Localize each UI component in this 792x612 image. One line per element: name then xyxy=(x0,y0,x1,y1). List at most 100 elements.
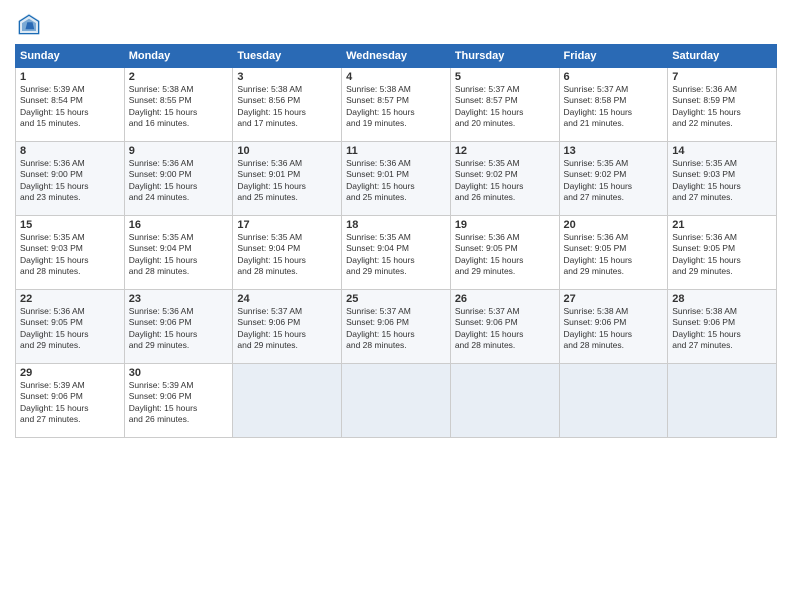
calendar-cell: 7Sunrise: 5:36 AM Sunset: 8:59 PM Daylig… xyxy=(668,68,777,142)
day-number: 29 xyxy=(20,367,120,379)
day-number: 15 xyxy=(20,219,120,231)
day-info: Sunrise: 5:36 AM Sunset: 9:05 PM Dayligh… xyxy=(564,232,664,278)
calendar-cell: 19Sunrise: 5:36 AM Sunset: 9:05 PM Dayli… xyxy=(450,216,559,290)
calendar-cell: 25Sunrise: 5:37 AM Sunset: 9:06 PM Dayli… xyxy=(342,290,451,364)
day-info: Sunrise: 5:36 AM Sunset: 9:01 PM Dayligh… xyxy=(237,158,337,204)
week-row-2: 8Sunrise: 5:36 AM Sunset: 9:00 PM Daylig… xyxy=(16,142,777,216)
weekday-header-sunday: Sunday xyxy=(16,45,125,68)
weekday-header-friday: Friday xyxy=(559,45,668,68)
calendar-cell xyxy=(668,364,777,438)
calendar-cell: 26Sunrise: 5:37 AM Sunset: 9:06 PM Dayli… xyxy=(450,290,559,364)
day-number: 13 xyxy=(564,145,664,157)
calendar-cell xyxy=(450,364,559,438)
day-number: 30 xyxy=(129,367,229,379)
week-row-5: 29Sunrise: 5:39 AM Sunset: 9:06 PM Dayli… xyxy=(16,364,777,438)
calendar-header: SundayMondayTuesdayWednesdayThursdayFrid… xyxy=(16,45,777,68)
logo-icon xyxy=(15,10,43,38)
day-number: 9 xyxy=(129,145,229,157)
day-number: 21 xyxy=(672,219,772,231)
week-row-3: 15Sunrise: 5:35 AM Sunset: 9:03 PM Dayli… xyxy=(16,216,777,290)
calendar-cell: 1Sunrise: 5:39 AM Sunset: 8:54 PM Daylig… xyxy=(16,68,125,142)
week-row-4: 22Sunrise: 5:36 AM Sunset: 9:05 PM Dayli… xyxy=(16,290,777,364)
day-number: 22 xyxy=(20,293,120,305)
calendar-cell: 3Sunrise: 5:38 AM Sunset: 8:56 PM Daylig… xyxy=(233,68,342,142)
day-info: Sunrise: 5:38 AM Sunset: 9:06 PM Dayligh… xyxy=(672,306,772,352)
day-number: 7 xyxy=(672,71,772,83)
logo xyxy=(15,10,47,38)
calendar-cell: 8Sunrise: 5:36 AM Sunset: 9:00 PM Daylig… xyxy=(16,142,125,216)
day-info: Sunrise: 5:36 AM Sunset: 8:59 PM Dayligh… xyxy=(672,84,772,130)
day-number: 19 xyxy=(455,219,555,231)
day-number: 16 xyxy=(129,219,229,231)
calendar-cell xyxy=(559,364,668,438)
day-info: Sunrise: 5:39 AM Sunset: 9:06 PM Dayligh… xyxy=(20,380,120,426)
day-info: Sunrise: 5:37 AM Sunset: 8:58 PM Dayligh… xyxy=(564,84,664,130)
day-number: 14 xyxy=(672,145,772,157)
calendar-cell: 13Sunrise: 5:35 AM Sunset: 9:02 PM Dayli… xyxy=(559,142,668,216)
calendar-cell: 15Sunrise: 5:35 AM Sunset: 9:03 PM Dayli… xyxy=(16,216,125,290)
calendar-cell: 16Sunrise: 5:35 AM Sunset: 9:04 PM Dayli… xyxy=(124,216,233,290)
weekday-header-tuesday: Tuesday xyxy=(233,45,342,68)
day-info: Sunrise: 5:37 AM Sunset: 8:57 PM Dayligh… xyxy=(455,84,555,130)
day-number: 18 xyxy=(346,219,446,231)
day-number: 2 xyxy=(129,71,229,83)
day-info: Sunrise: 5:35 AM Sunset: 9:02 PM Dayligh… xyxy=(564,158,664,204)
calendar-cell: 29Sunrise: 5:39 AM Sunset: 9:06 PM Dayli… xyxy=(16,364,125,438)
day-number: 10 xyxy=(237,145,337,157)
day-info: Sunrise: 5:38 AM Sunset: 9:06 PM Dayligh… xyxy=(564,306,664,352)
day-number: 23 xyxy=(129,293,229,305)
day-info: Sunrise: 5:35 AM Sunset: 9:03 PM Dayligh… xyxy=(20,232,120,278)
header xyxy=(15,10,777,38)
day-number: 28 xyxy=(672,293,772,305)
calendar-body: 1Sunrise: 5:39 AM Sunset: 8:54 PM Daylig… xyxy=(16,68,777,438)
day-info: Sunrise: 5:38 AM Sunset: 8:55 PM Dayligh… xyxy=(129,84,229,130)
day-info: Sunrise: 5:36 AM Sunset: 9:06 PM Dayligh… xyxy=(129,306,229,352)
day-info: Sunrise: 5:36 AM Sunset: 9:00 PM Dayligh… xyxy=(20,158,120,204)
day-info: Sunrise: 5:37 AM Sunset: 9:06 PM Dayligh… xyxy=(346,306,446,352)
calendar-cell: 14Sunrise: 5:35 AM Sunset: 9:03 PM Dayli… xyxy=(668,142,777,216)
day-number: 25 xyxy=(346,293,446,305)
day-number: 26 xyxy=(455,293,555,305)
day-number: 17 xyxy=(237,219,337,231)
day-info: Sunrise: 5:38 AM Sunset: 8:56 PM Dayligh… xyxy=(237,84,337,130)
calendar-cell: 11Sunrise: 5:36 AM Sunset: 9:01 PM Dayli… xyxy=(342,142,451,216)
day-info: Sunrise: 5:38 AM Sunset: 8:57 PM Dayligh… xyxy=(346,84,446,130)
day-info: Sunrise: 5:35 AM Sunset: 9:02 PM Dayligh… xyxy=(455,158,555,204)
day-number: 24 xyxy=(237,293,337,305)
day-info: Sunrise: 5:39 AM Sunset: 9:06 PM Dayligh… xyxy=(129,380,229,426)
day-info: Sunrise: 5:36 AM Sunset: 9:01 PM Dayligh… xyxy=(346,158,446,204)
day-number: 6 xyxy=(564,71,664,83)
day-number: 11 xyxy=(346,145,446,157)
week-row-1: 1Sunrise: 5:39 AM Sunset: 8:54 PM Daylig… xyxy=(16,68,777,142)
calendar-cell: 12Sunrise: 5:35 AM Sunset: 9:02 PM Dayli… xyxy=(450,142,559,216)
calendar-cell: 5Sunrise: 5:37 AM Sunset: 8:57 PM Daylig… xyxy=(450,68,559,142)
calendar-cell: 4Sunrise: 5:38 AM Sunset: 8:57 PM Daylig… xyxy=(342,68,451,142)
day-info: Sunrise: 5:36 AM Sunset: 9:05 PM Dayligh… xyxy=(672,232,772,278)
calendar-cell: 20Sunrise: 5:36 AM Sunset: 9:05 PM Dayli… xyxy=(559,216,668,290)
day-number: 20 xyxy=(564,219,664,231)
calendar-cell: 18Sunrise: 5:35 AM Sunset: 9:04 PM Dayli… xyxy=(342,216,451,290)
calendar-cell: 21Sunrise: 5:36 AM Sunset: 9:05 PM Dayli… xyxy=(668,216,777,290)
day-number: 3 xyxy=(237,71,337,83)
calendar-cell: 30Sunrise: 5:39 AM Sunset: 9:06 PM Dayli… xyxy=(124,364,233,438)
calendar-cell: 27Sunrise: 5:38 AM Sunset: 9:06 PM Dayli… xyxy=(559,290,668,364)
calendar-cell: 2Sunrise: 5:38 AM Sunset: 8:55 PM Daylig… xyxy=(124,68,233,142)
day-number: 1 xyxy=(20,71,120,83)
calendar-cell: 17Sunrise: 5:35 AM Sunset: 9:04 PM Dayli… xyxy=(233,216,342,290)
weekday-header-row: SundayMondayTuesdayWednesdayThursdayFrid… xyxy=(16,45,777,68)
calendar-cell: 10Sunrise: 5:36 AM Sunset: 9:01 PM Dayli… xyxy=(233,142,342,216)
day-info: Sunrise: 5:35 AM Sunset: 9:04 PM Dayligh… xyxy=(346,232,446,278)
day-info: Sunrise: 5:36 AM Sunset: 9:05 PM Dayligh… xyxy=(20,306,120,352)
day-number: 5 xyxy=(455,71,555,83)
day-info: Sunrise: 5:37 AM Sunset: 9:06 PM Dayligh… xyxy=(455,306,555,352)
calendar-cell xyxy=(233,364,342,438)
day-number: 27 xyxy=(564,293,664,305)
day-info: Sunrise: 5:39 AM Sunset: 8:54 PM Dayligh… xyxy=(20,84,120,130)
calendar-cell: 6Sunrise: 5:37 AM Sunset: 8:58 PM Daylig… xyxy=(559,68,668,142)
weekday-header-wednesday: Wednesday xyxy=(342,45,451,68)
calendar-cell: 9Sunrise: 5:36 AM Sunset: 9:00 PM Daylig… xyxy=(124,142,233,216)
calendar-table: SundayMondayTuesdayWednesdayThursdayFrid… xyxy=(15,44,777,438)
calendar-cell: 24Sunrise: 5:37 AM Sunset: 9:06 PM Dayli… xyxy=(233,290,342,364)
day-info: Sunrise: 5:35 AM Sunset: 9:03 PM Dayligh… xyxy=(672,158,772,204)
weekday-header-monday: Monday xyxy=(124,45,233,68)
